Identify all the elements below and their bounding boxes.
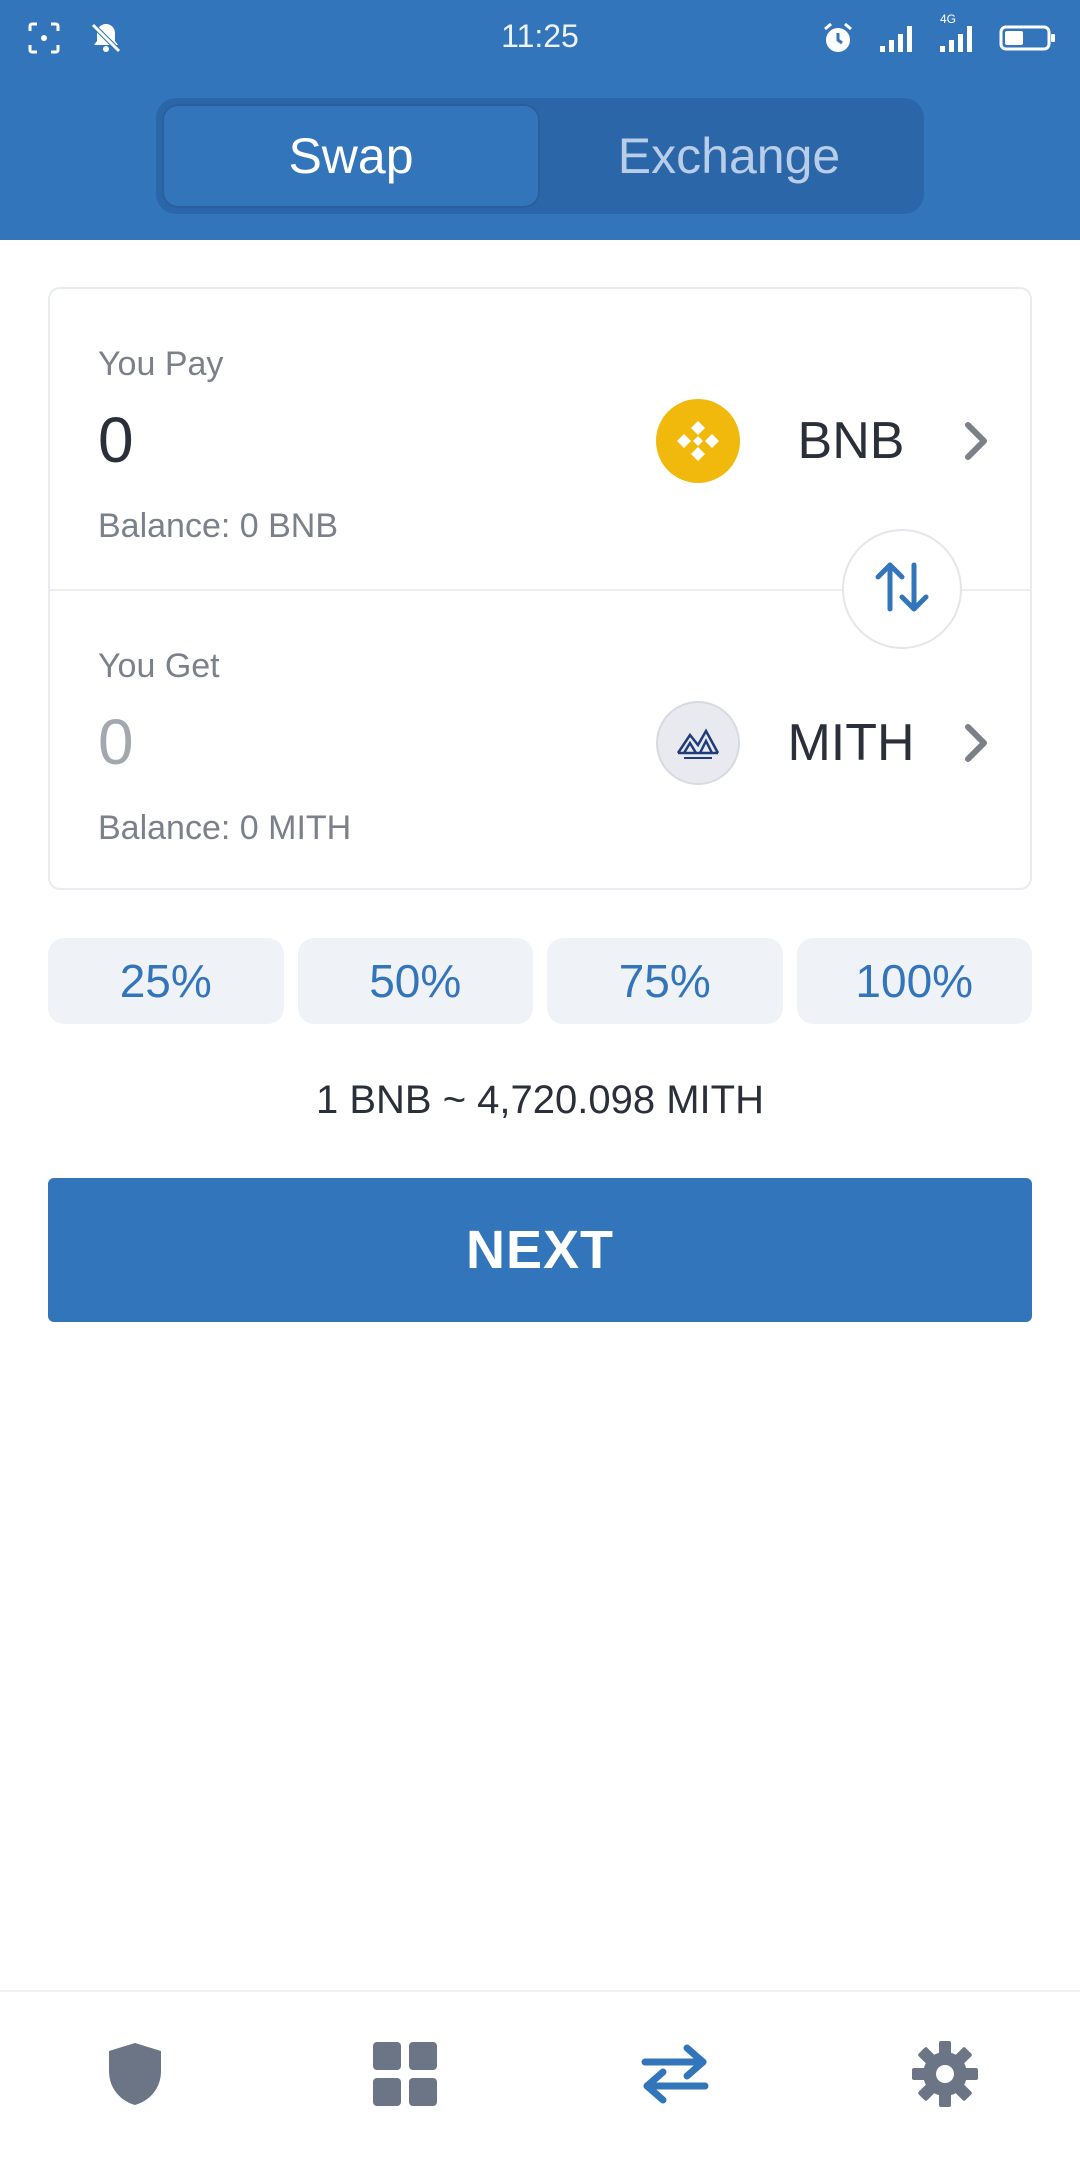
get-token-selector[interactable]: MITH (656, 699, 994, 787)
get-amount-input[interactable]: 0 (98, 705, 134, 779)
chevron-right-icon (958, 416, 994, 466)
alarm-icon (818, 18, 858, 58)
percent-50-button[interactable]: 50% (297, 938, 533, 1024)
nav-settings[interactable] (810, 1992, 1080, 2160)
swap-exchange-toggle: Swap Exchange (156, 98, 924, 214)
chevron-right-icon (958, 718, 994, 768)
get-token-symbol: MITH (787, 714, 915, 772)
next-button[interactable]: NEXT (48, 1178, 1032, 1322)
pay-balance: Balance: 0 BNB (98, 507, 339, 545)
status-right-icons: 4G (818, 12, 1058, 58)
percent-75-button[interactable]: 75% (547, 938, 783, 1024)
swap-direction-button[interactable] (842, 529, 962, 649)
signal-icon (878, 18, 918, 58)
nav-dapps[interactable] (270, 1992, 540, 2160)
get-label: You Get (98, 647, 220, 685)
swap-vertical-icon (870, 557, 934, 622)
battery-icon (998, 18, 1058, 58)
bnb-logo-icon (656, 399, 740, 483)
nav-wallet[interactable] (0, 1992, 270, 2160)
exchange-rate: 1 BNB ~ 4,720.098 MITH (315, 1078, 764, 1122)
signal-4g-icon: 4G (938, 12, 978, 58)
pay-amount-input[interactable]: 0 (98, 403, 134, 477)
gear-icon (910, 2039, 980, 2114)
get-balance: Balance: 0 MITH (98, 809, 352, 847)
pay-token-selector[interactable]: BNB (656, 397, 994, 485)
pay-label: You Pay (98, 345, 224, 383)
swap-arrows-icon (639, 2042, 711, 2111)
status-bar: 11:25 4G (0, 0, 1080, 76)
tab-exchange[interactable]: Exchange (540, 104, 918, 208)
percent-buttons: 25% 50% 75% 100% (48, 938, 1032, 1024)
percent-25-button[interactable]: 25% (48, 938, 284, 1024)
bottom-nav (0, 1990, 1080, 2160)
nav-dex[interactable] (540, 1992, 810, 2160)
network-label: 4G (940, 12, 957, 26)
grid-icon (371, 2040, 439, 2113)
percent-100-button[interactable]: 100% (796, 938, 1032, 1024)
swap-card: You Pay 0 Balance: 0 BNB BNB You Get 0 B… (48, 287, 1032, 890)
app-header: 11:25 4G Swap Exchange (0, 0, 1080, 240)
shield-icon (103, 2039, 167, 2114)
tab-swap[interactable]: Swap (162, 104, 540, 208)
pay-token-symbol: BNB (797, 412, 905, 470)
mith-logo-icon (656, 701, 740, 785)
